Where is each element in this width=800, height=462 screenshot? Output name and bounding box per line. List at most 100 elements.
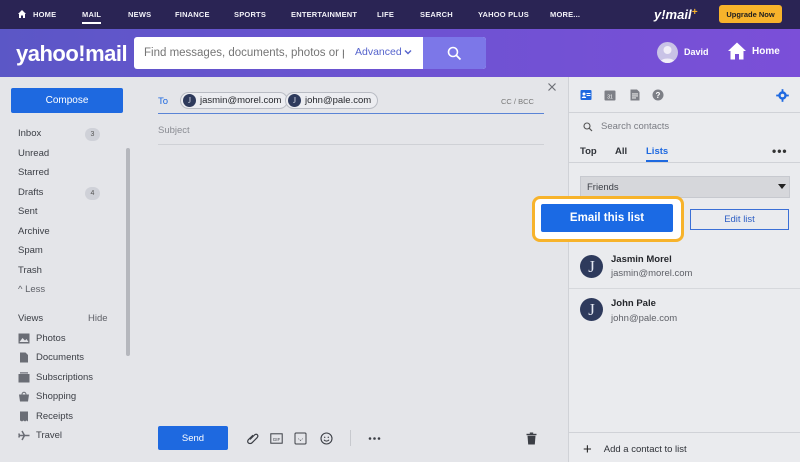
nav-yahoo-plus[interactable]: YAHOO PLUS [478, 10, 529, 19]
contact-avatar[interactable]: J [580, 298, 603, 321]
view-documents[interactable]: Documents [18, 350, 84, 364]
document-icon [20, 352, 28, 362]
svg-text:GIF: GIF [273, 437, 281, 442]
compose-button[interactable]: Compose [11, 88, 123, 113]
help-icon[interactable]: ? [652, 89, 664, 101]
view-receipts-label: Receipts [36, 410, 73, 422]
folder-sent[interactable]: Sent [18, 206, 38, 217]
edit-list-button[interactable]: Edit list [690, 209, 789, 230]
advanced-search-link[interactable]: Advanced [355, 46, 402, 58]
contact-email[interactable]: jasmin@morel.com [611, 268, 692, 279]
subscriptions-icon [18, 371, 30, 382]
inbox-count-badge: 3 [85, 128, 100, 141]
nav-search[interactable]: SEARCH [420, 10, 453, 19]
recipient-avatar: J [183, 94, 196, 107]
nav-finance[interactable]: FINANCE [175, 10, 210, 19]
send-button[interactable]: Send [158, 426, 228, 450]
contact-name[interactable]: John Pale [611, 298, 656, 309]
view-documents-label: Documents [36, 351, 85, 363]
more-options-icon[interactable] [368, 432, 381, 445]
folder-archive[interactable]: Archive [18, 226, 50, 237]
home-icon[interactable] [17, 9, 27, 19]
compose-panel [134, 77, 568, 462]
notepad-icon[interactable] [629, 89, 641, 101]
folder-inbox[interactable]: Inbox [18, 128, 41, 139]
close-icon[interactable] [547, 82, 557, 92]
ymail-plus-mark: + [691, 7, 698, 18]
yahoo-mail-logo[interactable]: yahoo!mail [16, 41, 128, 67]
subject-field[interactable]: Subject [158, 125, 190, 136]
tab-lists[interactable]: Lists [646, 146, 669, 162]
contacts-icon[interactable] [580, 89, 592, 101]
folder-starred[interactable]: Starred [18, 167, 49, 178]
mail-header: yahoo!mail Advanced David Home [0, 29, 800, 77]
search-button[interactable] [423, 37, 486, 69]
contact-list-select[interactable]: Friends [580, 176, 790, 198]
contact-divider [569, 288, 800, 289]
recipient-chip[interactable]: J john@pale.com [285, 92, 379, 109]
gif-icon[interactable]: GIF [270, 432, 283, 445]
ymail-brand: y!mail+ [654, 7, 697, 22]
attachment-icon[interactable] [246, 432, 259, 445]
add-contact-to-list-button[interactable]: + Add a contact to list [583, 441, 687, 458]
recipient-email: john@pale.com [305, 95, 372, 106]
nav-more[interactable]: MORE... [550, 10, 580, 19]
user-avatar[interactable] [657, 42, 678, 63]
nav-sports[interactable]: SPORTS [234, 10, 266, 19]
sticker-icon[interactable] [294, 432, 307, 445]
search-contacts-input[interactable]: Search contacts [601, 121, 669, 132]
toolbar-divider [350, 430, 351, 446]
contact-name[interactable]: Jasmin Morel [611, 254, 672, 265]
to-field-label: To [158, 96, 169, 107]
search-icon [447, 46, 462, 60]
contact-email[interactable]: john@pale.com [611, 313, 677, 324]
view-photos-label: Photos [36, 332, 66, 344]
airplane-icon [18, 430, 30, 440]
view-photos[interactable]: Photos [18, 331, 66, 345]
cc-bcc-toggle[interactable]: CC / BCC [501, 97, 534, 106]
nav-life[interactable]: LIFE [377, 10, 394, 19]
nav-mail[interactable]: MAIL [82, 10, 102, 24]
folder-spam[interactable]: Spam [18, 245, 43, 256]
contact-avatar[interactable]: J [580, 255, 603, 278]
subject-field-underline [158, 144, 544, 145]
trash-icon[interactable] [525, 432, 538, 445]
folder-drafts[interactable]: Drafts [18, 187, 43, 198]
more-menu-icon[interactable]: ••• [772, 144, 788, 158]
folder-trash[interactable]: Trash [18, 265, 42, 276]
view-travel-label: Travel [36, 429, 63, 441]
settings-gear-icon[interactable] [776, 89, 789, 102]
chevron-down-icon[interactable] [404, 48, 412, 56]
hide-views-link[interactable]: Hide [88, 313, 108, 324]
less-toggle[interactable]: ^ Less [18, 284, 45, 295]
panel-bottom-divider [569, 432, 800, 433]
view-subscriptions[interactable]: Subscriptions [18, 370, 93, 384]
folder-unread[interactable]: Unread [18, 148, 49, 159]
view-receipts[interactable]: Receipts [18, 409, 73, 423]
view-travel[interactable]: Travel [18, 428, 62, 442]
nav-entertainment[interactable]: ENTERTAINMENT [291, 10, 357, 19]
calendar-icon[interactable]: 31 [604, 89, 616, 101]
ymail-brand-text: y!mail [654, 7, 692, 22]
upgrade-now-button[interactable]: Upgrade Now [719, 5, 782, 23]
tab-top[interactable]: Top [580, 146, 597, 157]
caret-down-icon[interactable] [778, 184, 786, 190]
svg-text:31: 31 [607, 95, 613, 101]
view-shopping[interactable]: Shopping [18, 389, 76, 403]
receipt-icon [20, 411, 28, 421]
user-avatar-icon [660, 46, 675, 63]
nav-news[interactable]: NEWS [128, 10, 151, 19]
recipient-chip[interactable]: J jasmin@morel.com [180, 92, 289, 109]
nav-home[interactable]: HOME [33, 10, 56, 19]
tab-all[interactable]: All [615, 146, 627, 157]
search-input[interactable] [134, 37, 344, 69]
photos-icon [18, 333, 30, 343]
home-link[interactable]: Home [752, 46, 780, 57]
search-icon [583, 122, 593, 132]
home-icon[interactable] [726, 40, 748, 62]
email-this-list-button[interactable]: Email this list [541, 204, 673, 232]
user-name[interactable]: David [684, 47, 709, 57]
sidebar-scrollbar[interactable] [126, 148, 130, 356]
top-navigation-bar: HOME MAIL NEWS FINANCE SPORTS ENTERTAINM… [0, 0, 800, 29]
emoji-icon[interactable] [320, 432, 333, 445]
